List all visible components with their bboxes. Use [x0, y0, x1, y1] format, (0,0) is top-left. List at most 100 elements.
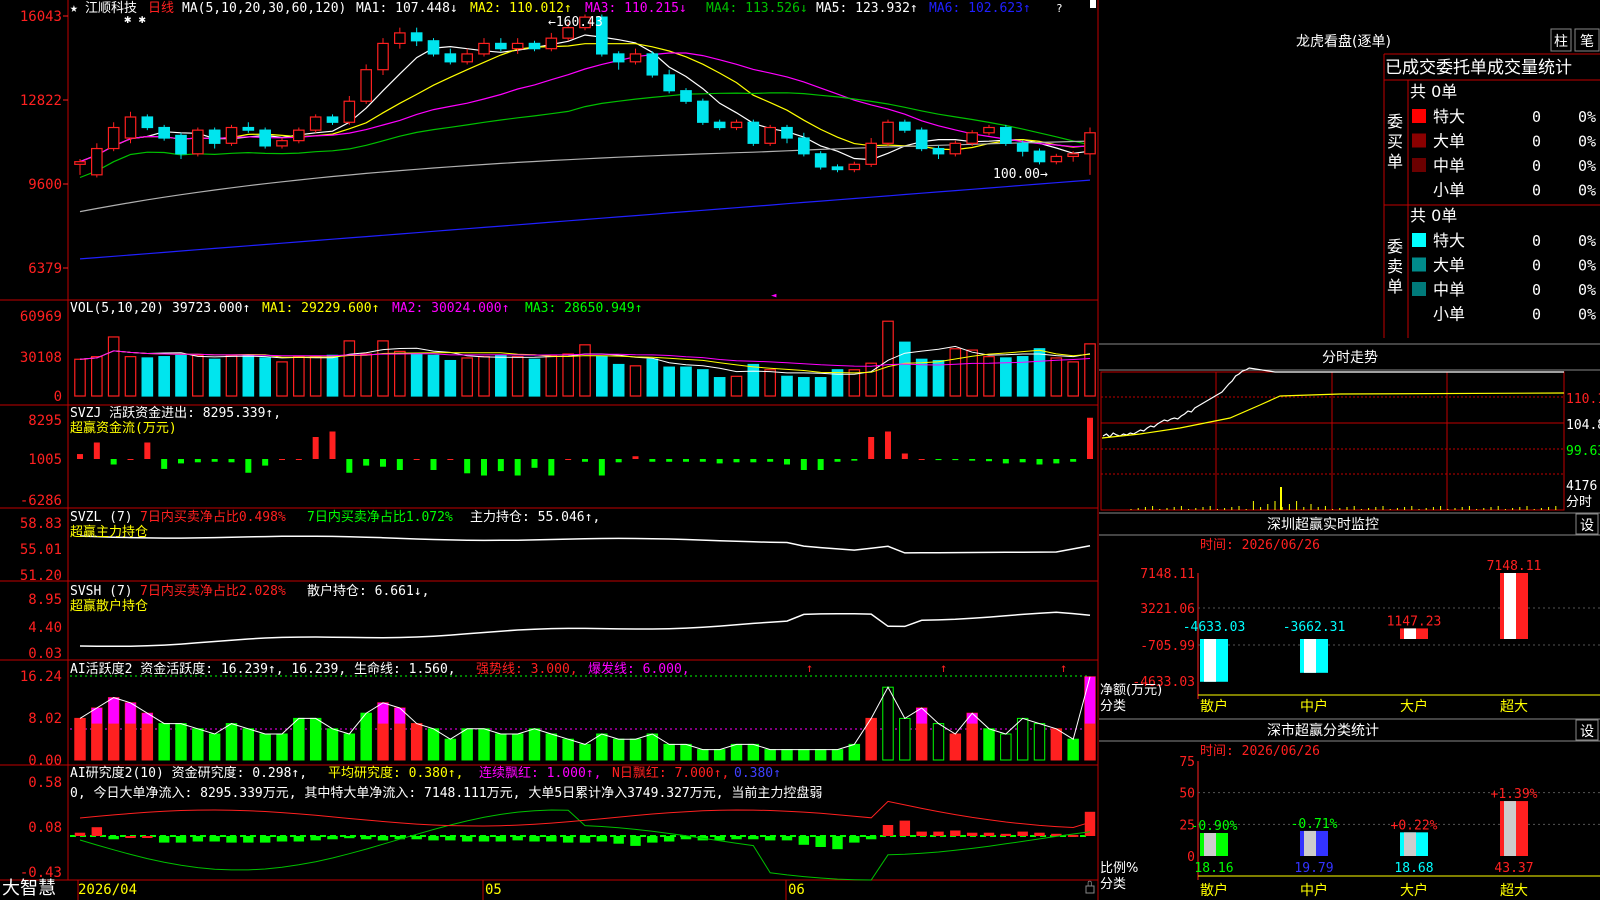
volume-bar[interactable]: [74, 358, 86, 397]
candle[interactable]: [225, 126, 238, 144]
volume-bar[interactable]: [360, 353, 372, 397]
volume-bar[interactable]: [343, 340, 356, 397]
volume-bar[interactable]: [276, 361, 288, 397]
candle[interactable]: [511, 42, 524, 50]
volume-bar[interactable]: [192, 354, 204, 397]
candle[interactable]: [208, 129, 221, 144]
candle[interactable]: [124, 116, 137, 139]
volume-bar[interactable]: [124, 356, 137, 397]
svsh-panel[interactable]: 8.95 4.40 0.03 SVSH (7) 7日内买卖净占比2.028% 散户持仓: …: [28, 583, 1091, 662]
candle[interactable]: [1000, 126, 1012, 144]
candle[interactable]: [1084, 132, 1096, 155]
volume-bar[interactable]: [444, 359, 457, 397]
candle[interactable]: [242, 126, 255, 131]
volume-bar[interactable]: [208, 358, 221, 397]
volume-bar[interactable]: [1033, 348, 1046, 397]
candle[interactable]: [966, 132, 978, 144]
candle[interactable]: [377, 42, 389, 71]
volume-bar[interactable]: [478, 356, 490, 397]
candle[interactable]: [680, 90, 692, 102]
svzl-panel[interactable]: 58.83 55.01 51.20 SVZL (7) 7日内买卖净占比0.498% 7日内…: [20, 509, 1091, 584]
volume-bar[interactable]: [242, 354, 255, 397]
volume-bar[interactable]: [326, 354, 339, 397]
candle[interactable]: [528, 42, 541, 50]
volume-bar[interactable]: [612, 363, 625, 397]
volume-bar[interactable]: [646, 358, 659, 397]
candle[interactable]: [899, 121, 911, 131]
volume-bar[interactable]: [394, 350, 406, 397]
volume-bar[interactable]: [141, 357, 154, 397]
volume-bar[interactable]: [309, 356, 322, 397]
candle[interactable]: [74, 161, 86, 165]
candle[interactable]: [949, 142, 962, 155]
volume-bar[interactable]: [175, 354, 187, 397]
svzj-panel[interactable]: 8295 1005 -6286 SVZJ 活跃资金进出: 8295.339↑,超赢资金…: [20, 405, 1093, 509]
volume-bar[interactable]: [764, 369, 776, 397]
candle[interactable]: [192, 129, 204, 155]
candle[interactable]: [293, 129, 305, 142]
candle[interactable]: [798, 137, 810, 155]
volume-bar[interactable]: [410, 353, 423, 397]
volume-bar[interactable]: [865, 362, 877, 397]
price-panel[interactable]: 160431282296006379←160.43100.00→✱ ✱◄★ 江顺科…: [20, 0, 1096, 301]
volume-bar[interactable]: [91, 356, 103, 397]
volume-bar[interactable]: [697, 369, 709, 397]
candle[interactable]: [1016, 142, 1029, 152]
volume-bar[interactable]: [427, 354, 440, 397]
candle[interactable]: [612, 53, 625, 63]
volume-bar[interactable]: [949, 348, 962, 397]
candle[interactable]: [915, 129, 928, 150]
candle[interactable]: [764, 126, 776, 144]
candle[interactable]: [882, 121, 894, 144]
volume-bar[interactable]: [932, 359, 945, 397]
candle[interactable]: [831, 166, 844, 171]
candle[interactable]: [629, 53, 642, 63]
volume-bar[interactable]: [629, 365, 642, 397]
volume-bar[interactable]: [680, 366, 692, 397]
volume-bar[interactable]: [225, 354, 238, 397]
candle[interactable]: [781, 126, 793, 139]
candle[interactable]: [814, 153, 827, 168]
candle[interactable]: [646, 53, 659, 76]
volume-bar[interactable]: [107, 336, 120, 397]
candle[interactable]: [91, 147, 103, 176]
volume-bar[interactable]: [730, 375, 743, 397]
candle[interactable]: [410, 32, 423, 42]
candle[interactable]: [1033, 150, 1046, 163]
candle[interactable]: [697, 100, 709, 123]
candle[interactable]: [1067, 153, 1079, 158]
volume-bar[interactable]: [461, 357, 473, 397]
candle[interactable]: [141, 116, 154, 129]
candle[interactable]: [326, 116, 339, 123]
candle[interactable]: [394, 32, 406, 45]
volume-bar[interactable]: [814, 377, 827, 397]
volume-bar[interactable]: [983, 356, 995, 397]
candle[interactable]: [848, 163, 861, 171]
volume-bar[interactable]: [259, 357, 271, 397]
candle[interactable]: [343, 100, 356, 123]
ai-research-panel[interactable]: 0.580.08-0.43AI研究度2(10) 资金研究度: 0.298↑, 平均…: [20, 765, 1096, 881]
volume-bar[interactable]: [579, 344, 591, 397]
volume-bar[interactable]: [1084, 343, 1096, 397]
candle[interactable]: [259, 129, 271, 147]
candle[interactable]: [713, 121, 726, 129]
candle[interactable]: [747, 121, 760, 144]
ai-active-panel[interactable]: 16.24 8.02 0.00 AI活跃度2 资金活跃度: 16.239↑, 16.2…: [20, 661, 1096, 769]
volume-bar[interactable]: [528, 358, 541, 397]
volume-panel[interactable]: 60969 30108 0 VOL(5,10,20) 39723.000↑ MA1: 29…: [20, 301, 1096, 405]
volume-bar[interactable]: [1000, 357, 1012, 397]
candle[interactable]: [545, 37, 558, 50]
volume-bar[interactable]: [562, 353, 574, 397]
candle[interactable]: [983, 126, 995, 134]
volume-bar[interactable]: [158, 356, 170, 397]
volume-bar[interactable]: [798, 377, 810, 397]
volume-bar[interactable]: [663, 366, 675, 397]
candle[interactable]: [730, 121, 743, 129]
candle[interactable]: [932, 147, 945, 155]
volume-bar[interactable]: [899, 341, 911, 397]
volume-bar[interactable]: [1050, 357, 1063, 397]
candle[interactable]: [1050, 155, 1063, 163]
volume-bar[interactable]: [545, 354, 558, 397]
volume-bar[interactable]: [781, 375, 793, 397]
candle[interactable]: [276, 140, 288, 147]
